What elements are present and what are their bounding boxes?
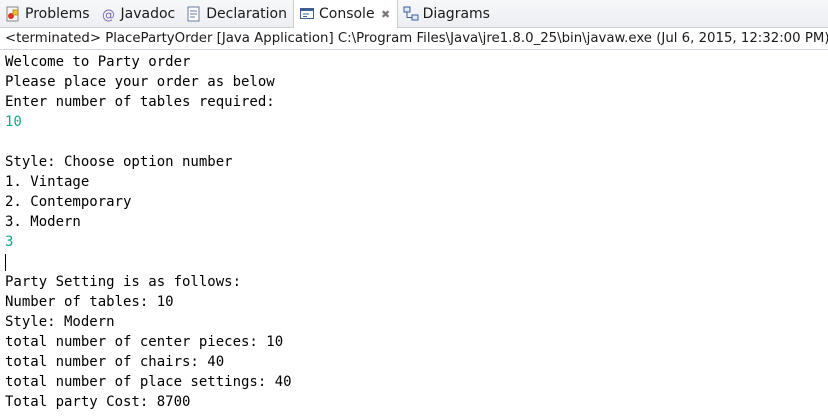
console-line: Style: Modern <box>5 314 115 330</box>
tab-declaration-label: Declaration <box>206 5 287 22</box>
diagrams-icon <box>403 6 419 22</box>
console-line: 2. Contemporary <box>5 194 132 210</box>
console-user-input: 10 <box>5 114 22 130</box>
problems-icon <box>5 6 21 22</box>
view-tab-bar: Problems @ Javadoc Declaration Console ✖… <box>0 0 828 28</box>
console-line: Number of tables: 10 <box>5 294 174 310</box>
console-line: Total party Cost: 8700 <box>5 394 191 410</box>
tab-javadoc-label: Javadoc <box>120 5 176 22</box>
svg-text:@: @ <box>102 8 115 22</box>
console-line: Please place your order as below <box>5 74 275 90</box>
eclipse-console-view: Problems @ Javadoc Declaration Console ✖… <box>0 0 828 420</box>
tab-declaration[interactable]: Declaration <box>181 0 293 27</box>
console-line: total number of center pieces: 10 <box>5 334 284 350</box>
console-output[interactable]: Welcome to Party order Please place your… <box>0 51 828 420</box>
tab-diagrams[interactable]: Diagrams <box>398 0 496 27</box>
javadoc-icon: @ <box>101 6 117 23</box>
tab-problems-label: Problems <box>25 5 90 22</box>
tab-console[interactable]: Console ✖ <box>292 0 398 28</box>
console-icon <box>299 6 315 22</box>
tab-diagrams-label: Diagrams <box>422 5 490 22</box>
console-line: Enter number of tables required: <box>5 94 275 110</box>
console-line: Style: Choose option number <box>5 154 233 170</box>
close-icon[interactable]: ✖ <box>381 8 391 21</box>
declaration-icon <box>186 6 202 22</box>
console-line: 1. Vintage <box>5 174 90 190</box>
tab-problems[interactable]: Problems <box>0 0 96 27</box>
console-line: total number of chairs: 40 <box>5 354 225 370</box>
console-line: Welcome to Party order <box>5 54 191 70</box>
console-line: total number of place settings: 40 <box>5 374 292 390</box>
console-caret-line <box>5 252 828 272</box>
text-caret <box>5 254 6 271</box>
tab-console-label: Console <box>318 6 375 22</box>
tab-javadoc[interactable]: @ Javadoc <box>96 0 182 27</box>
console-line: Party Setting is as follows: <box>5 274 242 290</box>
console-line: 3. Modern <box>5 214 81 230</box>
console-user-input: 3 <box>5 234 14 250</box>
process-status-line: <terminated> PlacePartyOrder [Java Appli… <box>0 28 828 50</box>
